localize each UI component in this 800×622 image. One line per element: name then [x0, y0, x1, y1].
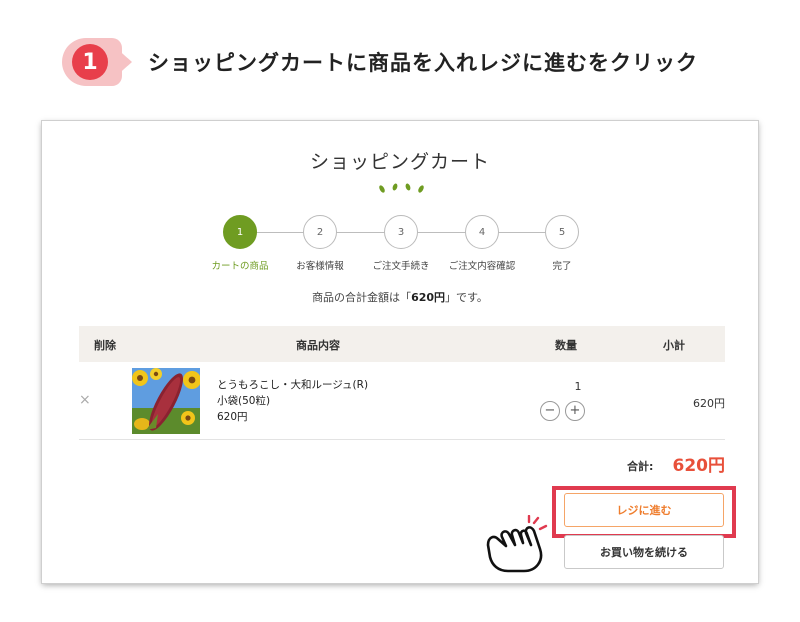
continue-shopping-button[interactable]: お買い物を続ける	[564, 535, 724, 569]
product-name[interactable]: とうもろこし・大和ルージュ(R)	[217, 377, 368, 393]
header-content: 商品内容	[296, 339, 340, 352]
remove-item-icon[interactable]: ×	[79, 392, 91, 408]
progress-step-2: 2 お客様情報	[280, 215, 360, 272]
progress-step-label: ご注文手続き	[372, 261, 430, 272]
highlight-box	[552, 486, 736, 538]
step-title: ショッピングカートに商品を入れレジに進むをクリック	[148, 51, 698, 75]
quantity-stepper: − +	[540, 401, 585, 421]
progress-step-label: ご注文内容確認	[448, 261, 516, 272]
header-remove: 削除	[94, 339, 116, 352]
cart-item-row: × とうもろこし・大和ルージュ(R) 小袋(50粒) 620円 1 − + 62…	[79, 362, 725, 440]
quantity-plus-button[interactable]: +	[565, 401, 585, 421]
step-number-badge: 1	[62, 38, 138, 86]
progress-step-label: カートの商品	[211, 261, 269, 272]
progress-step-5: 5 完了	[522, 215, 602, 272]
progress-step-label: 完了	[552, 261, 572, 272]
header-qty: 数量	[555, 339, 577, 352]
progress-step-1: 1 カートの商品	[200, 215, 280, 272]
total-amount-note: 商品の合計金額は「620円」です。	[312, 291, 488, 304]
cart-title: ショッピングカート	[309, 151, 490, 173]
step-header: 1 ショッピングカートに商品を入れレジに進むをクリック	[62, 38, 698, 86]
pointing-hand-icon	[486, 515, 548, 573]
step-number: 1	[72, 44, 108, 80]
progress-step-label: お客様情報	[296, 261, 344, 272]
progress-step-4: 4 ご注文内容確認	[442, 215, 522, 272]
leaf-decoration-icon	[379, 183, 424, 193]
product-thumbnail[interactable]	[132, 368, 200, 434]
product-info: とうもろこし・大和ルージュ(R) 小袋(50粒) 620円	[217, 377, 368, 425]
cart-screenshot: ショッピングカート 1 カートの商品 2 お客様情報 3 ご注文手続き 4 ご注…	[42, 121, 758, 583]
progress-step-3: 3 ご注文手続き	[361, 215, 441, 272]
quantity-value: 1	[574, 380, 582, 393]
cart-table-header: 削除 商品内容 数量 小計	[79, 326, 725, 362]
item-subtotal: 620円	[693, 397, 725, 410]
product-variant: 小袋(50粒)	[217, 395, 271, 407]
checkout-progress: 1 カートの商品 2 お客様情報 3 ご注文手続き 4 ご注文内容確認 5 完了	[211, 215, 582, 275]
sum-label: 合計:	[627, 460, 654, 473]
header-subtotal: 小計	[663, 339, 685, 352]
quantity-minus-button[interactable]: −	[540, 401, 560, 421]
sum-value: 620円	[672, 456, 726, 476]
total-amount: 620円	[411, 291, 446, 304]
product-price: 620円	[217, 411, 248, 423]
